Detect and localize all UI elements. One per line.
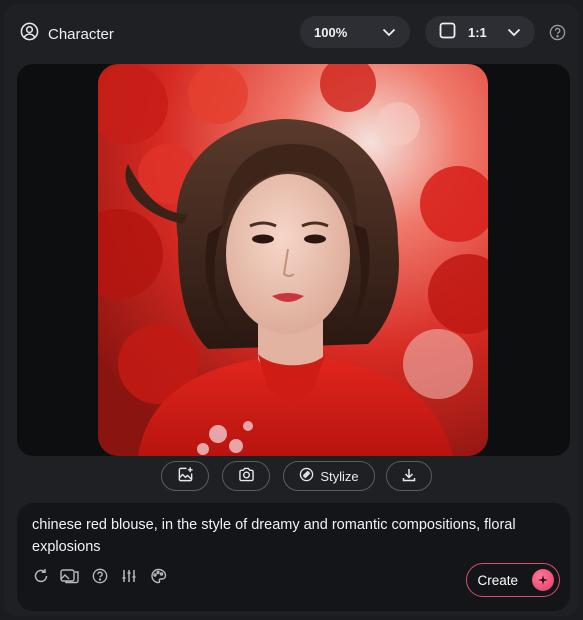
aspect-ratio-value: 1:1 [468, 24, 487, 40]
refresh-icon[interactable] [33, 568, 49, 589]
zoom-dropdown[interactable]: 100% [300, 16, 410, 48]
user-circle-icon [20, 22, 39, 46]
image-swap-icon[interactable] [60, 568, 80, 589]
portrait-illustration [98, 64, 488, 456]
stylize-button[interactable]: Stylize [283, 461, 375, 491]
camera-button[interactable] [222, 461, 270, 491]
stylize-icon [299, 467, 314, 485]
sliders-icon[interactable] [121, 568, 137, 589]
add-image-button[interactable] [161, 461, 209, 491]
download-icon [401, 467, 417, 486]
zoom-value: 100% [314, 24, 348, 40]
add-image-icon [177, 466, 194, 486]
square-icon [439, 22, 456, 42]
help-icon[interactable] [549, 24, 566, 46]
download-button[interactable] [386, 461, 432, 491]
header-title: Character [48, 25, 114, 43]
camera-icon [238, 467, 255, 485]
create-button[interactable]: Create [466, 563, 560, 597]
chevron-down-icon [507, 25, 521, 40]
palette-icon[interactable] [150, 568, 167, 589]
help-icon[interactable] [92, 568, 108, 589]
generated-image[interactable] [98, 64, 488, 456]
prompt-text[interactable]: chinese red blouse, in the style of drea… [32, 514, 557, 558]
stylize-label: Stylize [320, 468, 359, 484]
chevron-down-icon [382, 25, 396, 40]
sparkle-icon [532, 569, 554, 591]
header-title-group[interactable]: Character [20, 22, 114, 46]
aspect-ratio-dropdown[interactable]: 1:1 [425, 16, 535, 48]
create-label: Create [477, 572, 518, 588]
